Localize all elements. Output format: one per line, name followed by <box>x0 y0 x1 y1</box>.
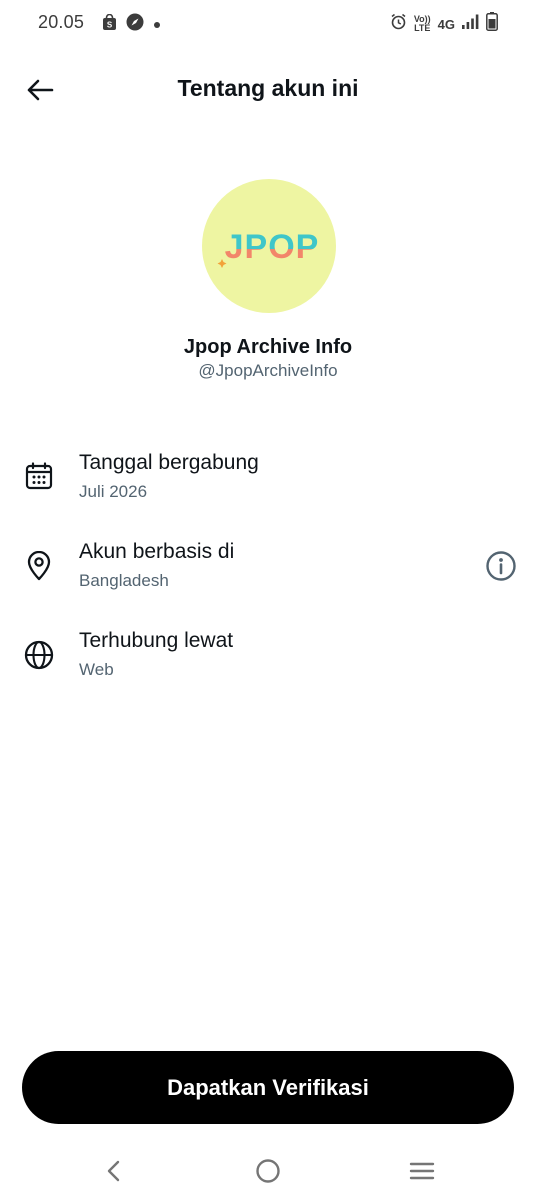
info-icon <box>486 551 516 581</box>
battery-icon <box>486 12 498 36</box>
get-verified-button[interactable]: Dapatkan Verifikasi <box>22 1051 514 1124</box>
volte-bottom-text: LTE <box>414 23 431 33</box>
info-value: Web <box>79 660 114 679</box>
nav-back-button[interactable] <box>94 1154 134 1188</box>
top-app-bar: Tentang akun ini <box>0 60 536 120</box>
jpop-logo: JPOP <box>217 228 320 268</box>
location-pin-icon <box>22 549 56 583</box>
info-label: Akun berbasis di <box>79 540 235 563</box>
nav-recents-icon <box>409 1162 435 1180</box>
status-bar: 20.05 S Vo)) LTE 4G <box>0 0 536 46</box>
page-title: Tentang akun ini <box>177 75 359 101</box>
info-row-location: Akun berbasis di Bangladesh <box>0 540 536 610</box>
nav-back-icon <box>107 1160 120 1182</box>
info-row-connected-via: Terhubung lewat Web <box>0 629 536 699</box>
nav-home-icon <box>256 1159 280 1183</box>
notification-dot-icon <box>153 16 161 34</box>
nav-recents-button[interactable] <box>402 1154 442 1188</box>
network-type: 4G <box>437 16 455 32</box>
location-info-button[interactable] <box>484 549 518 583</box>
info-value: Bangladesh <box>79 571 169 590</box>
volte-indicator: Vo)) LTE <box>414 15 431 33</box>
display-name: Jpop Archive Info <box>183 336 353 358</box>
info-label: Tanggal bergabung <box>79 451 259 474</box>
info-row-join-date: Tanggal bergabung Juli 2026 <box>0 451 536 521</box>
svg-text:JPOP: JPOP <box>225 228 320 266</box>
globe-icon <box>22 638 56 672</box>
info-label: Terhubung lewat <box>79 629 234 652</box>
status-left-icons: S <box>102 13 161 36</box>
shopping-bag-icon: S <box>102 13 117 36</box>
calendar-icon <box>22 459 56 493</box>
signal-icon <box>462 14 479 34</box>
svg-text:S: S <box>107 20 113 29</box>
avatar: JPOP <box>202 179 336 313</box>
alarm-icon <box>390 13 407 35</box>
username-handle: @JpopArchiveInfo <box>198 361 338 380</box>
info-value: Juli 2026 <box>79 482 148 501</box>
nav-home-button[interactable] <box>248 1154 288 1188</box>
status-time: 20.05 <box>38 12 85 32</box>
status-right-icons: Vo)) LTE 4G <box>390 12 498 36</box>
system-nav-bar <box>0 1140 536 1200</box>
compass-icon <box>126 13 144 36</box>
